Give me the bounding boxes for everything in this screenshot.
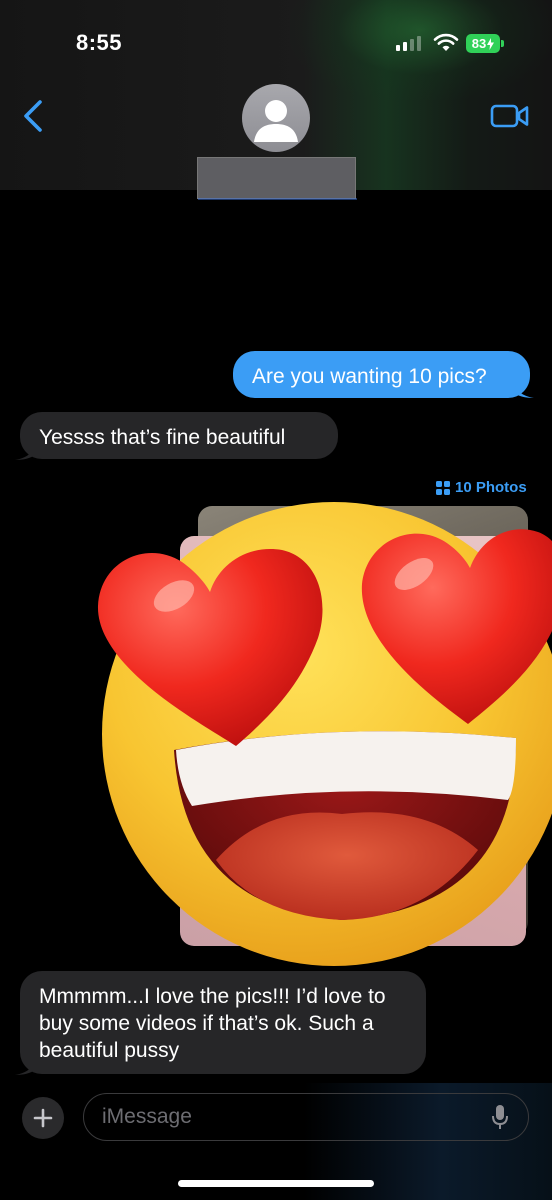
wifi-icon xyxy=(433,33,459,51)
bubble-tail xyxy=(514,381,534,398)
message-text: Mmmmm...I love the pics!!! I’d love to b… xyxy=(39,985,386,1062)
plus-icon xyxy=(33,1108,53,1128)
contact-name-redacted[interactable] xyxy=(197,157,357,200)
status-time: 8:55 xyxy=(76,30,123,55)
bubble-tail xyxy=(15,443,35,460)
home-indicator xyxy=(178,1180,374,1187)
add-attachment-button[interactable] xyxy=(22,1097,64,1139)
contact-avatar[interactable] xyxy=(242,84,310,152)
sent-message-bubble[interactable]: Are you wanting 10 pics? xyxy=(233,351,530,398)
status-bar: 8:55 83 xyxy=(0,0,552,90)
battery-tip xyxy=(501,40,504,47)
message-text: Yessss that’s fine beautiful xyxy=(39,426,286,449)
microphone-icon[interactable] xyxy=(491,1104,509,1130)
battery-indicator: 83 xyxy=(466,34,500,53)
heart-eyes-emoji-sticker[interactable] xyxy=(96,488,552,970)
received-message-bubble[interactable]: Yessss that’s fine beautiful xyxy=(20,412,338,459)
charging-bolt-icon xyxy=(487,37,495,50)
video-call-icon[interactable] xyxy=(490,102,530,130)
cellular-signal-icon xyxy=(396,36,421,51)
imessage-input[interactable] xyxy=(83,1093,529,1141)
back-chevron-icon[interactable] xyxy=(20,98,50,134)
person-icon xyxy=(254,100,298,142)
bubble-tail xyxy=(15,1058,35,1075)
received-message-bubble[interactable]: Mmmmm...I love the pics!!! I’d love to b… xyxy=(20,971,426,1074)
message-text: Are you wanting 10 pics? xyxy=(252,365,487,388)
battery-level: 83 xyxy=(471,36,487,51)
